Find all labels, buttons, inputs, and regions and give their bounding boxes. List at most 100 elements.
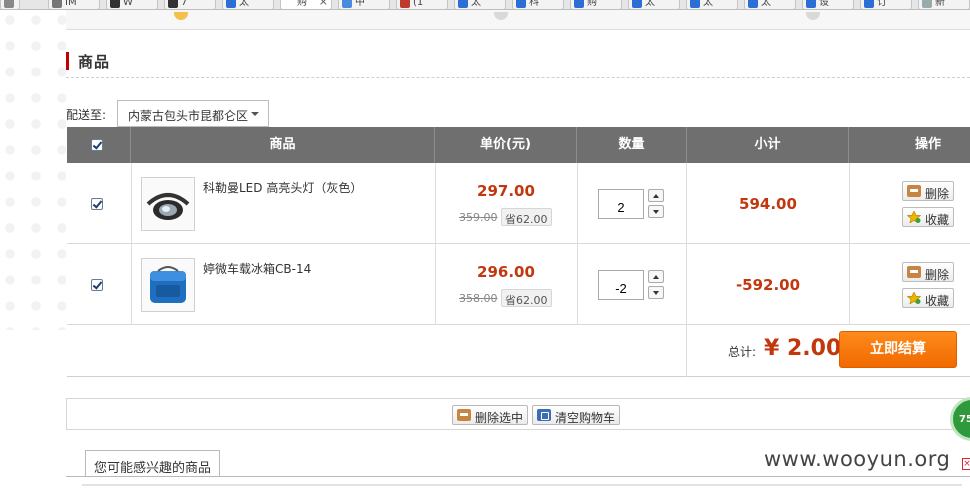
header-select-all-cell: [67, 127, 131, 163]
tab-label: 太: [761, 0, 771, 8]
browser-tab[interactable]: [0, 0, 20, 9]
tab-icon: [284, 0, 294, 8]
tab-label: 购: [297, 0, 307, 8]
original-price: 358.00: [459, 292, 498, 305]
delete-selected-button[interactable]: 删除选中: [452, 405, 529, 425]
delete-icon: [907, 185, 921, 197]
background-pattern: [0, 10, 66, 330]
tab-label: 7: [181, 0, 188, 8]
tab-icon: [52, 0, 62, 8]
shipping-region-dropdown[interactable]: 内蒙古包头市昆都仑区: [117, 100, 269, 127]
chevron-down-icon: [251, 112, 259, 116]
header-quantity: 数量: [577, 127, 687, 163]
delete-item-button[interactable]: 删除: [902, 262, 955, 282]
browser-tab[interactable]: W: [106, 0, 158, 9]
favorite-item-button[interactable]: 收藏: [902, 207, 955, 227]
step-dot: [806, 12, 820, 20]
checkout-button[interactable]: 立即结算: [839, 331, 957, 368]
tab-close-icon[interactable]: ×: [319, 0, 328, 8]
trash-icon: [537, 409, 551, 421]
clear-cart-button[interactable]: 清空购物车: [532, 405, 621, 425]
browser-tab[interactable]: IM: [48, 0, 100, 9]
delete-item-button[interactable]: 删除: [902, 181, 955, 201]
tab-label: 设: [819, 0, 829, 8]
header-actions: 操作: [914, 137, 941, 152]
column-divider: [435, 244, 436, 325]
original-price: 359.00: [459, 211, 498, 224]
tab-icon: [806, 0, 816, 8]
tab-label: 太: [239, 0, 249, 8]
product-name-link[interactable]: 婷微车载冰箱CB-14: [203, 260, 311, 277]
header-subtotal: 小计: [687, 127, 849, 163]
star-icon: [907, 292, 921, 304]
column-divider: [577, 244, 578, 325]
browser-tab[interactable]: 太: [628, 0, 680, 9]
product-name-link[interactable]: 科勒曼LED 高亮头灯（灰色）: [203, 179, 362, 196]
tab-label: 科: [529, 0, 539, 8]
recommend-tab[interactable]: 您可能感兴趣的商品: [85, 450, 221, 476]
header-unit-price: 单价(元): [435, 127, 577, 163]
favorite-item-button[interactable]: 收藏: [902, 288, 955, 308]
tab-icon: [400, 0, 410, 8]
tab-label: 太: [645, 0, 655, 8]
quantity-increase-button[interactable]: [648, 189, 664, 202]
star-icon: [907, 211, 921, 223]
browser-tab[interactable]: 7: [164, 0, 216, 9]
browser-tab[interactable]: 新: [918, 0, 970, 9]
tab-icon: [226, 0, 236, 8]
tab-label: 太: [471, 0, 481, 8]
quantity-increase-button[interactable]: [648, 270, 664, 283]
close-icon[interactable]: ×: [962, 458, 970, 470]
unit-price: 297.00: [477, 182, 535, 200]
tab-label: 购: [587, 0, 597, 8]
quantity-decrease-button[interactable]: [648, 205, 664, 218]
cooler-box-image: [142, 259, 194, 311]
product-thumbnail[interactable]: [141, 258, 195, 312]
browser-tab[interactable]: 太: [686, 0, 738, 9]
headlamp-image: [142, 178, 194, 230]
browser-tab[interactable]: 中: [338, 0, 390, 9]
tab-icon: [632, 0, 642, 8]
savings-badge: 省62.00: [501, 208, 552, 226]
delete-label: 删除: [925, 187, 950, 201]
select-all-checkbox[interactable]: [91, 139, 103, 151]
tab-icon: [168, 0, 178, 8]
tab-icon: [110, 0, 120, 8]
tab-label: 中: [355, 0, 365, 8]
item-checkbox[interactable]: [91, 279, 103, 291]
item-checkbox[interactable]: [91, 198, 103, 210]
shipping-region-value: 内蒙古包头市昆都仑区: [128, 109, 249, 123]
quantity-decrease-button[interactable]: [648, 286, 664, 299]
browser-tab[interactable]: 购: [570, 0, 622, 9]
step-dot: [174, 12, 188, 20]
cart-item-row: 科勒曼LED 高亮头灯（灰色） 297.00 359.00 省62.00 594…: [67, 163, 970, 244]
quantity-input[interactable]: [598, 270, 644, 300]
browser-tab[interactable]: 太: [454, 0, 506, 9]
tab-icon: [342, 0, 352, 8]
tab-label: 太: [703, 0, 713, 8]
product-thumbnail[interactable]: [141, 177, 195, 231]
column-divider: [131, 244, 132, 325]
browser-tab[interactable]: 设: [802, 0, 854, 9]
tab-icon: [690, 0, 700, 8]
column-divider: [131, 163, 132, 244]
header-product: 商品: [131, 127, 435, 163]
tab-icon: [458, 0, 468, 8]
column-divider: [849, 163, 850, 244]
cart-total-row: 总计: ¥ 2.00 立即结算: [67, 325, 970, 377]
delete-icon: [907, 266, 921, 278]
browser-tab[interactable]: 科: [512, 0, 564, 9]
browser-tab[interactable]: 订: [860, 0, 912, 9]
browser-tab[interactable]: (1: [396, 0, 448, 9]
tab-label: IM: [65, 0, 77, 8]
tab-icon: [574, 0, 584, 8]
item-subtotal: -592.00: [735, 276, 801, 294]
browser-tab[interactable]: 太: [222, 0, 274, 9]
quantity-input[interactable]: [598, 189, 644, 219]
clear-cart-label: 清空购物车: [555, 411, 616, 425]
browser-tab-active[interactable]: 购 ×: [280, 0, 332, 9]
browser-tab[interactable]: 太: [744, 0, 796, 9]
tab-label: W: [123, 0, 133, 8]
browser-tab-strip: IM W 7 太 购 × 中 (1 太 科 购 太 太 太 设 订 新: [0, 0, 970, 10]
delete-selected-label: 删除选中: [475, 411, 524, 425]
